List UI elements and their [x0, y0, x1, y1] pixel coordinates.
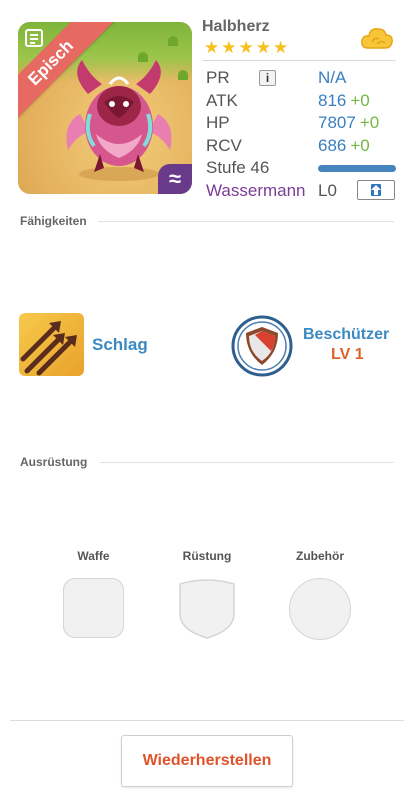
- upgrade-button[interactable]: [357, 179, 395, 200]
- star-rating: ★ ★ ★ ★ ★: [204, 39, 288, 57]
- sign-level-value: L0: [318, 180, 337, 200]
- triple-arrow-icon: [20, 321, 77, 376]
- monster-portrait[interactable]: Episch ≈: [18, 22, 192, 194]
- rcv-bonus: +0: [350, 135, 370, 155]
- hp-value: 7807: [318, 113, 356, 132]
- stats-panel: PR i N/A ATK 816 +0 HP 7807 +0 RCV 686 +0 S…: [202, 60, 396, 202]
- stat-row-sign: Wassermann L0: [202, 179, 396, 203]
- cloud-icon[interactable]: [360, 24, 394, 54]
- hp-bonus: +0: [359, 113, 380, 132]
- water-wave-icon: ≈: [158, 164, 192, 194]
- bottom-divider: [10, 720, 404, 721]
- star-icon: ★: [221, 38, 237, 57]
- equipment-section-title: Ausrüstung: [20, 455, 88, 469]
- section-divider: [100, 462, 394, 463]
- armor-label: Rüstung: [182, 549, 232, 563]
- rcv-value-group: 686 +0: [318, 135, 370, 157]
- atk-bonus: +0: [350, 90, 370, 110]
- armor-slot[interactable]: [177, 578, 237, 640]
- stat-row-atk: ATK 816 +0: [202, 90, 396, 113]
- atk-label: ATK: [206, 90, 238, 110]
- weapon-label: Waffe: [77, 549, 110, 563]
- leader-skill-name[interactable]: Beschützer: [303, 326, 389, 344]
- info-icon[interactable]: i: [259, 70, 276, 86]
- accessory-slot[interactable]: [289, 578, 351, 640]
- active-skill-icon[interactable]: [19, 313, 84, 376]
- grass-tuft: [168, 36, 178, 46]
- weapon-slot[interactable]: [63, 578, 124, 638]
- active-skill-name[interactable]: Schlag: [92, 335, 148, 355]
- stat-row-hp: HP 7807 +0: [202, 112, 396, 135]
- monster-name: Halbherz: [202, 18, 270, 35]
- star-icon: ★: [238, 38, 254, 57]
- atk-value: 816: [318, 90, 347, 110]
- level-progress-bar: [318, 165, 396, 172]
- arrow-up-icon: [371, 183, 381, 196]
- leader-skill-level: LV 1: [331, 346, 364, 363]
- restore-button[interactable]: Wiederherstellen: [121, 735, 293, 787]
- section-divider: [98, 221, 394, 222]
- pr-label: PR: [206, 68, 230, 87]
- pr-value: N/A: [318, 68, 347, 87]
- shield-icon[interactable]: [231, 315, 293, 377]
- rcv-value: 686: [318, 135, 347, 155]
- star-icon: ★: [204, 38, 220, 57]
- skills-section-title: Fähigkeiten: [20, 214, 87, 228]
- rcv-label: RCV: [206, 135, 242, 155]
- atk-value-group: 816 +0: [318, 90, 370, 112]
- stat-row-rcv: RCV 686 +0: [202, 135, 396, 158]
- stat-row-pr: PR i N/A: [202, 67, 396, 90]
- grass-tuft: [178, 70, 188, 80]
- stat-row-level: Stufe 46: [202, 157, 396, 180]
- hp-value-group: 7807 +0: [318, 112, 379, 134]
- level-label: Stufe 46: [206, 158, 270, 177]
- hp-label: HP: [206, 113, 230, 132]
- sign-label: Wassermann: [206, 180, 306, 200]
- card-menu-icon[interactable]: [24, 28, 44, 48]
- star-icon: ★: [273, 38, 289, 57]
- star-icon: ★: [255, 38, 271, 57]
- accessory-label: Zubehör: [296, 549, 344, 563]
